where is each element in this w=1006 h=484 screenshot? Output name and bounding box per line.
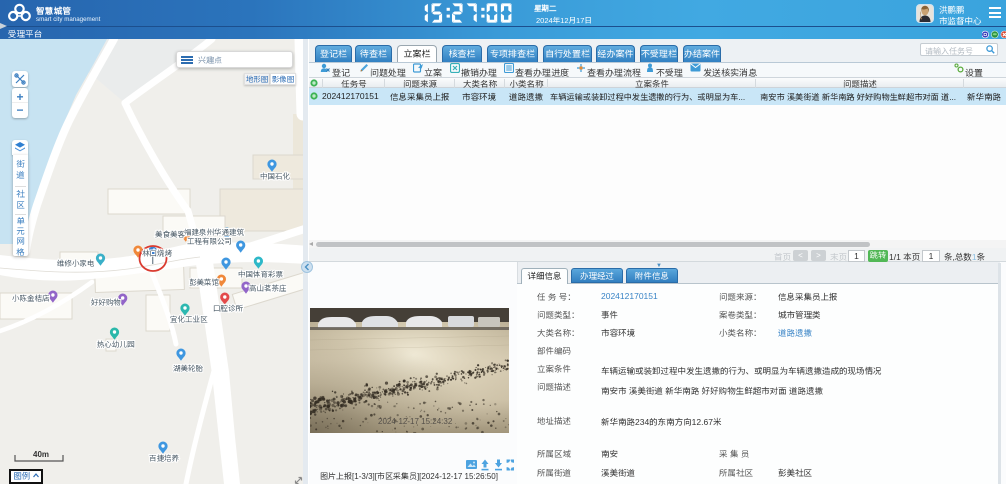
svg-text:美食美客: 美食美客 [155, 230, 185, 239]
svg-text:小陈金桔店: 小陈金桔店 [12, 294, 50, 303]
svg-text:热心幼儿园: 热心幼儿园 [97, 340, 135, 349]
svg-text:2024-12-17 15:24:32: 2024-12-17 15:24:32 [378, 417, 453, 426]
svg-text:中国石化: 中国石化 [260, 172, 290, 181]
svg-text:工程有限公司: 工程有限公司 [187, 237, 232, 246]
svg-text:百捷培养: 百捷培养 [149, 454, 179, 463]
svg-text:口腔诊所: 口腔诊所 [213, 304, 243, 313]
svg-text:40m: 40m [33, 450, 49, 459]
svg-text:湖美轮胎: 湖美轮胎 [173, 364, 203, 373]
svg-text:中国体育彩票: 中国体育彩票 [238, 270, 283, 279]
svg-text:好好购物: 好好购物 [91, 298, 121, 307]
svg-text:高山茗茶庄: 高山茗茶庄 [249, 284, 287, 293]
svg-text:林口烧烤: 林口烧烤 [142, 249, 172, 258]
svg-text:彭美菜馆: 彭美菜馆 [189, 278, 219, 287]
svg-text:宜化工业区: 宜化工业区 [169, 315, 208, 324]
svg-text:维修小家电: 维修小家电 [56, 259, 95, 268]
svg-text:福建泉州华通建筑: 福建泉州华通建筑 [184, 228, 244, 237]
